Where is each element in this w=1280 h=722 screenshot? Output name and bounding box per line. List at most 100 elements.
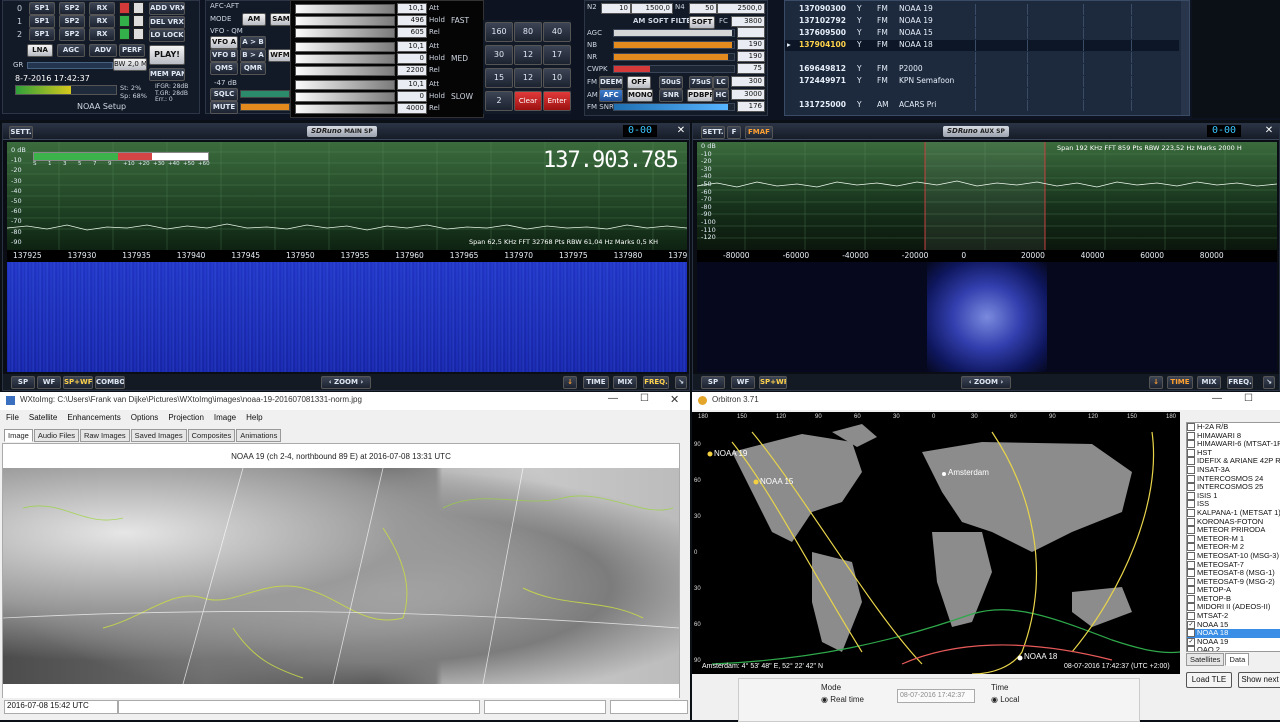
n4-field[interactable]: 50 [689,3,717,14]
wxtoimg-tab[interactable]: Image [4,429,33,442]
satellite-checkbox[interactable] [1187,534,1195,543]
qmr-button[interactable]: QMR [240,62,266,75]
satellite-checkbox[interactable] [1187,543,1195,552]
wxtoimg-menu-item[interactable]: Image [214,413,236,422]
deem-50us-button[interactable]: 50uS [659,76,683,89]
sp1-button[interactable]: SP1 [29,2,55,15]
agc-button[interactable]: AGC [57,44,85,57]
qms-button[interactable]: QMS [210,62,238,75]
agc-value[interactable]: 0 [397,91,427,102]
am-mode-button[interactable]: AM [242,13,266,26]
satellite-checkbox[interactable] [1187,431,1195,440]
main-zoom-control[interactable]: ‹ ZOOM › [321,376,371,389]
agc-slider[interactable] [295,66,395,76]
keypad-key[interactable]: Clear [514,91,542,111]
main-sp-button[interactable]: SP [11,376,35,389]
noaa19-label[interactable]: NOAA 19 [714,449,747,458]
wxtoimg-close-icon[interactable]: ✕ [670,393,679,406]
deem-75us-button[interactable]: 75uS [689,76,713,89]
wxtoimg-menu-item[interactable]: Projection [168,413,204,422]
lo-lock-button[interactable]: LO LOCK [149,29,185,42]
main-sett-button[interactable]: SETT. [9,126,33,139]
lc-button[interactable]: LC [713,76,729,89]
noaa15-label[interactable]: NOAA 15 [760,477,793,486]
orbitron-list-tab[interactable]: Satellites [1186,653,1225,666]
agc-value[interactable]: 4000 [397,103,427,114]
agc-slider[interactable] [295,4,395,14]
lna-button[interactable]: LNA [27,44,53,57]
rx-button[interactable]: RX [89,28,115,41]
agc-value[interactable]: 2200 [397,65,427,76]
sp2-button[interactable]: SP2 [59,15,85,28]
keypad-key[interactable]: 15 [485,68,513,88]
sqlc-button[interactable]: SQLC [210,88,238,101]
aux-fmaf-button[interactable]: FMAF [745,126,773,139]
aux-zoom-control[interactable]: ‹ ZOOM › [961,376,1011,389]
afc-button[interactable]: AFC [599,89,623,102]
aux-resize-icon[interactable]: ↘ [1263,376,1275,389]
datetime-field[interactable]: 08-07-2016 17:42:37 [897,689,975,703]
satellite-checkbox[interactable] [1187,508,1195,517]
wxtoimg-tab[interactable]: Animations [236,429,282,442]
real-time-radio[interactable]: ◉ Real time [821,695,864,704]
wxtoimg-menu-item[interactable]: Help [246,413,262,422]
vfo-b-button[interactable]: VFO B [210,49,238,62]
wxtoimg-tab[interactable]: Saved Images [130,429,187,442]
wxtoimg-maximize-icon[interactable]: ☐ [640,393,649,404]
satellite-checkbox[interactable] [1187,526,1195,535]
agc-slider[interactable] [295,92,395,102]
vfo-a-button[interactable]: VFO A [210,36,238,49]
aux-spwf-button[interactable]: SP+WF [759,376,787,389]
memory-scrollbar[interactable] [1181,1,1189,115]
aux-record-icon[interactable]: ↓ [1149,376,1163,389]
satellite-checkbox[interactable] [1187,577,1195,586]
agc-slider[interactable] [295,54,395,64]
satellite-checkbox[interactable] [1187,569,1195,578]
keypad-key[interactable]: Enter [543,91,571,111]
satellite-checkbox[interactable]: ✓ [1187,629,1195,638]
satellite-checkbox[interactable] [1187,500,1195,509]
rx-indicator-2[interactable] [133,15,144,27]
a-to-b-button[interactable]: A > B [240,36,266,49]
wxtoimg-tab[interactable]: Composites [187,429,236,442]
keypad-key[interactable]: 10 [543,68,571,88]
wxtoimg-tab[interactable]: Raw Images [79,429,130,442]
wfm-mode-button[interactable]: WFM [268,49,292,62]
satellite-checkbox[interactable] [1187,560,1195,569]
agc-value[interactable]: 605 [397,27,427,38]
main-wf-button[interactable]: WF [37,376,61,389]
nr-row-slider[interactable] [613,41,735,49]
satellite-checkbox[interactable] [1187,594,1195,603]
main-resize-icon[interactable]: ↘ [675,376,687,389]
rx-indicator[interactable] [119,28,130,40]
aux-sp-button[interactable]: SP [701,376,725,389]
pdbpf-button[interactable]: PDBPF [687,89,713,102]
wxtoimg-menu-item[interactable]: Options [131,413,159,422]
keypad-key[interactable]: 12 [514,68,542,88]
lc-field[interactable]: 300 [731,76,765,87]
orbitron-maximize-icon[interactable]: ☐ [1244,393,1253,404]
rx-indicator-2[interactable] [133,28,144,40]
aux-close-icon[interactable]: ✕ [1263,125,1275,137]
aux-f-button[interactable]: F [727,126,741,139]
satellite-checkbox[interactable] [1187,551,1195,560]
load-tle-button[interactable]: Load TLE [1186,672,1232,688]
n2-field[interactable]: 10 [601,3,631,14]
perf-button[interactable]: PERF [119,44,145,57]
agc-value[interactable]: 10,1 [397,79,427,90]
show-next-button[interactable]: Show next [1238,672,1280,688]
snr-button[interactable]: SNR [659,89,683,102]
del-vrx-button[interactable]: DEL VRX [149,16,185,29]
noaa18-label[interactable]: NOAA 18 [1024,652,1057,661]
satellite-checkbox[interactable] [1187,603,1195,612]
play-button[interactable]: PLAY! [149,45,185,65]
mute-button[interactable]: MUTE [210,101,238,114]
satellite-checkbox[interactable] [1187,474,1195,483]
satellite-list-item[interactable]: OAO 2 [1187,646,1280,651]
main-spwf-button[interactable]: SP+WF [63,376,93,389]
adv-button[interactable]: ADV [89,44,117,57]
satellite-checkbox[interactable] [1187,465,1195,474]
aux-wf-button[interactable]: WF [731,376,755,389]
keypad-key[interactable]: 80 [514,22,542,42]
agc-slider[interactable] [295,104,395,114]
